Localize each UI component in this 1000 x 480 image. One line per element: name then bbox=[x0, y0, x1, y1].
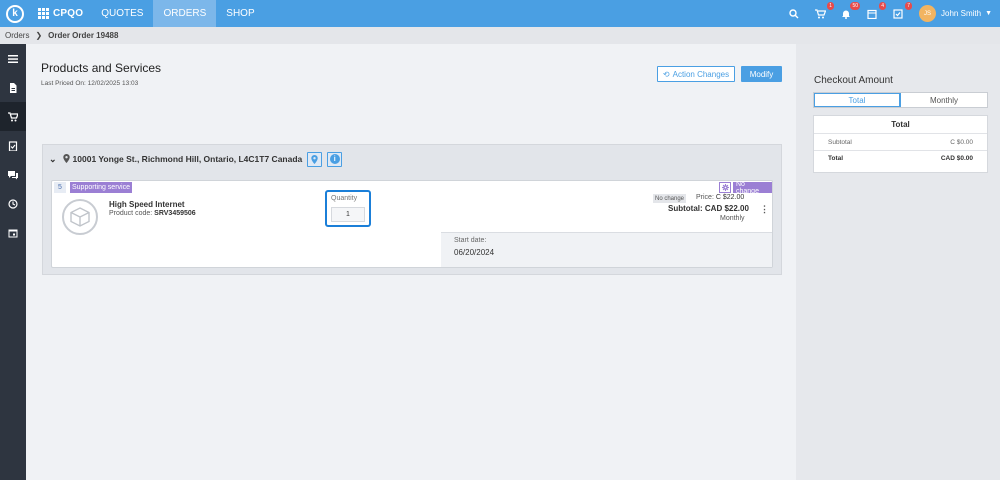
quantity-input[interactable]: 1 bbox=[331, 207, 365, 222]
breadcrumb: Orders ❯ Order Order 19488 bbox=[0, 27, 1000, 44]
tab-monthly[interactable]: Monthly bbox=[901, 93, 987, 107]
price: Price: C $22.00 bbox=[696, 194, 744, 201]
product-code-label: Product code: bbox=[109, 210, 153, 217]
menu-icon[interactable] bbox=[0, 44, 26, 73]
last-priced-value: 12/02/2025 13:03 bbox=[87, 80, 139, 87]
status-badge: No change bbox=[733, 181, 772, 195]
bell-icon[interactable]: 50 bbox=[839, 1, 861, 21]
product-code-value: SRV3459506 bbox=[154, 210, 196, 217]
info-button[interactable]: i bbox=[327, 151, 343, 167]
notifications-badge: 50 bbox=[850, 1, 861, 10]
page-title: Products and Services bbox=[41, 61, 162, 75]
line-item-card: 5 Supporting service High Speed Internet… bbox=[51, 180, 773, 268]
history-icon: ⟲ bbox=[662, 69, 670, 79]
price-status-badge: No change bbox=[653, 194, 687, 203]
clipboard-icon[interactable] bbox=[0, 131, 26, 160]
action-changes-button[interactable]: ⟲ Action Changes bbox=[657, 66, 735, 82]
collapse-chevron-icon[interactable]: ⌄ bbox=[49, 154, 57, 165]
nav-quotes[interactable]: QUOTES bbox=[91, 0, 153, 27]
summary-total-value: CAD $0.00 bbox=[940, 154, 973, 162]
subtotal-value: CAD $22.00 bbox=[704, 204, 749, 213]
tasks-badge: 7 bbox=[905, 1, 913, 10]
subtotal-label: Subtotal: bbox=[668, 204, 703, 213]
main-nav: QUOTES ORDERS SHOP bbox=[91, 0, 264, 27]
apps-grid-icon bbox=[38, 8, 49, 19]
item-count-badge: 5 bbox=[54, 182, 66, 193]
chat-icon[interactable] bbox=[0, 160, 26, 189]
summary-subtotal-row: Subtotal C $0.00 bbox=[814, 134, 987, 150]
last-priced-label: Last Priced On: bbox=[41, 80, 86, 87]
location-pin-icon bbox=[62, 153, 70, 165]
nav-orders[interactable]: ORDERS bbox=[153, 0, 217, 27]
product-code: Product code: SRV3459506 bbox=[109, 210, 196, 217]
start-date-section: Start date: 06/20/2024 bbox=[441, 232, 772, 267]
checkout-title: Checkout Amount bbox=[814, 75, 893, 86]
product-name[interactable]: High Speed Internet bbox=[109, 200, 185, 209]
tab-total[interactable]: Total bbox=[814, 93, 901, 107]
map-pin-button[interactable] bbox=[307, 151, 323, 167]
summary-card: Total Subtotal C $0.00 Total CAD $0.00 bbox=[813, 115, 988, 173]
chevron-right-icon: ❯ bbox=[35, 31, 43, 40]
gear-icon[interactable] bbox=[719, 182, 731, 193]
location-header: ⌄ 10001 Yonge St., Richmond Hill, Ontari… bbox=[43, 145, 781, 173]
last-priced: Last Priced On: 12/02/2025 13:03 bbox=[41, 80, 138, 87]
cart-icon[interactable]: 1 bbox=[813, 1, 835, 21]
checkout-panel: Checkout Amount Total Monthly Total Subt… bbox=[796, 44, 1000, 480]
location-address: 10001 Yonge St., Richmond Hill, Ontario,… bbox=[72, 154, 303, 164]
modify-button[interactable]: Modify bbox=[741, 66, 782, 82]
avatar[interactable]: JS bbox=[919, 5, 937, 22]
sidebar bbox=[0, 44, 26, 480]
main-content: Products and Services Last Priced On: 12… bbox=[26, 44, 796, 480]
quantity-label: Quantity bbox=[331, 195, 358, 202]
quantity-stepper[interactable]: Quantity 1 bbox=[325, 190, 371, 227]
subtotal: Subtotal: CAD $22.00 bbox=[668, 204, 749, 213]
brand[interactable]: CPQO bbox=[38, 8, 83, 19]
search-icon[interactable] bbox=[787, 7, 801, 21]
clock-icon[interactable] bbox=[0, 189, 26, 218]
app-logo[interactable]: k bbox=[6, 4, 24, 23]
document-icon[interactable] bbox=[0, 73, 26, 102]
nav-shop[interactable]: SHOP bbox=[216, 0, 264, 27]
start-date-label: Start date: bbox=[454, 237, 487, 244]
tasks-icon[interactable]: 7 bbox=[891, 1, 913, 21]
cart-badge: 1 bbox=[827, 1, 835, 10]
summary-title: Total bbox=[814, 116, 987, 134]
info-icon: i bbox=[329, 154, 340, 164]
frequency: Monthly bbox=[720, 215, 745, 222]
more-options-icon[interactable]: ⋮ bbox=[760, 204, 769, 215]
cart-nav-icon[interactable] bbox=[0, 102, 26, 131]
username[interactable]: John Smith bbox=[941, 9, 981, 18]
calendar-icon[interactable] bbox=[0, 218, 26, 247]
price-value: C $22.00 bbox=[715, 194, 745, 201]
item-type-chip: Supporting service bbox=[70, 182, 132, 193]
brand-label: CPQO bbox=[53, 8, 84, 19]
action-changes-label: Action Changes bbox=[672, 69, 730, 79]
breadcrumb-orders[interactable]: Orders bbox=[5, 31, 29, 40]
summary-total-row: Total CAD $0.00 bbox=[814, 150, 987, 165]
summary-subtotal-value: C $0.00 bbox=[950, 138, 973, 146]
summary-subtotal-label: Subtotal bbox=[828, 138, 852, 146]
start-date-value: 06/20/2024 bbox=[454, 248, 495, 257]
summary-total-label: Total bbox=[828, 154, 844, 162]
price-label: Price: bbox=[696, 194, 714, 201]
top-bar: k CPQO QUOTES ORDERS SHOP 1 50 4 7 JS Jo… bbox=[0, 0, 1000, 27]
orders-badge: 4 bbox=[879, 1, 887, 10]
location-panel: ⌄ 10001 Yonge St., Richmond Hill, Ontari… bbox=[42, 144, 782, 275]
checkout-tabs: Total Monthly bbox=[813, 92, 988, 108]
breadcrumb-current: Order Order 19488 bbox=[48, 31, 119, 40]
chevron-down-icon[interactable]: ▼ bbox=[985, 10, 992, 17]
orders-icon[interactable]: 4 bbox=[865, 1, 887, 21]
box-icon bbox=[62, 199, 98, 235]
